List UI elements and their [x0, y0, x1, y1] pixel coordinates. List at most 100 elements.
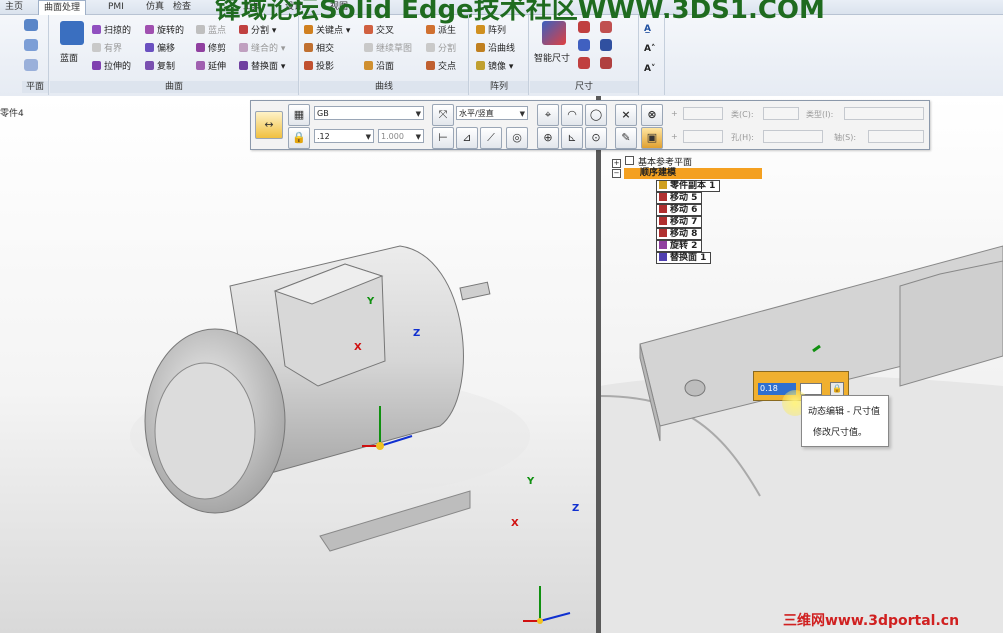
pattern-icon: [476, 25, 485, 34]
perp-snap-icon[interactable]: ⊾: [561, 127, 583, 149]
tree-feature[interactable]: 零件副本 1: [656, 180, 721, 192]
project-button[interactable]: 投影: [304, 61, 334, 73]
left-viewport[interactable]: Y Z X Y Z X: [0, 96, 597, 633]
font-shrink-icon[interactable]: A˅: [644, 63, 655, 75]
type-select[interactable]: [844, 107, 924, 120]
tree-feature[interactable]: 替换面 1: [656, 252, 712, 264]
swept-button[interactable]: 扫掠的: [92, 25, 131, 37]
dimension-edit-icon[interactable]: ▣: [641, 127, 663, 149]
plane-option-icon[interactable]: [24, 39, 38, 51]
extruded-button[interactable]: 拉伸的: [92, 61, 131, 73]
standard-select[interactable]: GB ▼: [314, 106, 424, 120]
document-tab[interactable]: 零件4: [0, 106, 24, 119]
lock-icon[interactable]: 🔒: [288, 127, 310, 149]
expand-icon[interactable]: +: [612, 159, 621, 168]
axis-select[interactable]: [868, 130, 924, 143]
dimension-group-label: 尺寸: [530, 81, 638, 93]
orientation-select[interactable]: 水平/竖直 ▼: [456, 106, 528, 120]
close-icon[interactable]: ×: [615, 104, 637, 126]
intersect-button[interactable]: 相交: [304, 43, 334, 55]
tangent-snap-icon[interactable]: ⊕: [537, 127, 559, 149]
prefix-field[interactable]: [683, 107, 723, 120]
bluesurf-button[interactable]: 蓝面: [60, 53, 78, 65]
class-field[interactable]: [763, 107, 799, 120]
tab-home[interactable]: 主页: [0, 0, 28, 14]
class-label: 类(C):: [731, 110, 754, 119]
trim-button[interactable]: 修剪: [196, 43, 226, 55]
arc-snap-icon[interactable]: ◠: [561, 104, 583, 126]
tab-surfacing[interactable]: 曲面处理: [38, 0, 87, 15]
contour-sketch-button[interactable]: 继续草图: [364, 43, 412, 55]
angle-icon[interactable]: [578, 39, 590, 51]
pattern-button[interactable]: 阵列: [476, 25, 506, 37]
smart-dimension-icon[interactable]: [542, 21, 566, 45]
tab-pmi[interactable]: PMI: [103, 0, 129, 14]
plane-icon[interactable]: [24, 19, 38, 31]
tree-feature[interactable]: 移动 5: [656, 192, 703, 204]
angular-coord-icon[interactable]: [600, 57, 612, 69]
checkbox-icon[interactable]: [625, 156, 634, 165]
surface-group-label: 曲面: [50, 81, 298, 93]
tree-feature[interactable]: 旋转 2: [656, 240, 703, 252]
along-curve-button[interactable]: 沿曲线: [476, 43, 515, 55]
cross-button[interactable]: 交叉: [364, 25, 394, 37]
coordinate-system-icon[interactable]: [24, 59, 38, 71]
properties-icon[interactable]: ▦: [288, 104, 310, 126]
symmetric-dim-icon[interactable]: [600, 21, 612, 33]
bluesurf-icon[interactable]: [60, 21, 84, 45]
tree-feature[interactable]: 移动 6: [656, 204, 703, 216]
tree-feature[interactable]: 移动 7: [656, 216, 703, 228]
orientation-icon[interactable]: ⤧: [432, 104, 454, 126]
hole-label: 孔(H):: [731, 133, 754, 142]
offset-button[interactable]: 偏移: [145, 43, 175, 55]
coordinate-dim-icon[interactable]: [578, 57, 590, 69]
watermark: 三维网www.3dportal.cn: [783, 613, 960, 629]
hole-select[interactable]: [763, 130, 823, 143]
mid-snap-icon[interactable]: ⊙: [585, 127, 607, 149]
replace-face-button[interactable]: 替换面 ▾: [239, 61, 285, 73]
tab-inspect[interactable]: 检查: [168, 0, 196, 14]
revolved-button[interactable]: 旋转的: [145, 25, 184, 37]
derived-button[interactable]: 派生: [426, 25, 456, 37]
tab-simulation[interactable]: 仿真: [141, 0, 169, 14]
dim-align-4-icon[interactable]: ◎: [506, 127, 528, 149]
along-surface-button[interactable]: 沿面: [364, 61, 394, 73]
split-button[interactable]: 分割 ▾: [239, 25, 276, 37]
extend-button[interactable]: 延伸: [196, 61, 226, 73]
plus-icon: +: [671, 109, 678, 118]
chamfer-dim-icon[interactable]: [600, 39, 612, 51]
motor-model: [130, 245, 571, 624]
dim-align-2-icon[interactable]: ⊿: [456, 127, 478, 149]
keypoint-button[interactable]: 关键点 ▾: [304, 25, 350, 37]
scale-select[interactable]: 1.000 ▼: [378, 129, 424, 143]
bluedot-button[interactable]: 蓝点: [196, 25, 226, 37]
font-grow-icon[interactable]: A˄: [644, 43, 655, 55]
tree-sequential[interactable]: 顺序建模: [624, 168, 762, 179]
dimension-style-icon[interactable]: ↔: [255, 111, 283, 139]
keypoint-snap-icon[interactable]: ⌖: [537, 104, 559, 126]
intersection-point-button[interactable]: 交点: [426, 61, 456, 73]
smart-dimension-button[interactable]: 智能尺寸: [534, 53, 570, 65]
edit-icon[interactable]: ✎: [615, 127, 637, 149]
circle-snap-icon[interactable]: ◯: [585, 104, 607, 126]
tree-base-planes[interactable]: + 基本参考平面: [612, 156, 692, 168]
suffix-field[interactable]: [683, 130, 723, 143]
cancel-icon[interactable]: ⊗: [641, 104, 663, 126]
curve-split-button[interactable]: 分割: [426, 43, 456, 55]
viewport-divider[interactable]: [596, 96, 601, 633]
mirror-button[interactable]: 镜像 ▾: [476, 61, 513, 73]
stitched-button[interactable]: 缝合的 ▾: [239, 43, 285, 55]
command-bar: ↔ ▦ 🔒 GB ▼ .12 ▼ 1.000 ▼ ⤧ 水平/竖直 ▼ ⊢ ⊿ ⟋ ◎ ⌖…: [250, 100, 930, 150]
dim-align-3-icon[interactable]: ⟋: [480, 127, 502, 149]
copy-button[interactable]: 复制: [145, 61, 175, 73]
tree-feature[interactable]: 移动 8: [656, 228, 703, 240]
bounded-button[interactable]: 有界: [92, 43, 122, 55]
collapse-icon[interactable]: −: [612, 169, 621, 178]
font-color-icon[interactable]: A̲: [644, 23, 651, 35]
move-icon: [659, 229, 667, 237]
font-size-select[interactable]: .12 ▼: [314, 129, 374, 143]
distance-icon[interactable]: [578, 21, 590, 33]
dim-align-1-icon[interactable]: ⊢: [432, 127, 454, 149]
lock-icon[interactable]: 🔒: [830, 382, 844, 396]
axis-z-label: Z: [413, 328, 421, 339]
